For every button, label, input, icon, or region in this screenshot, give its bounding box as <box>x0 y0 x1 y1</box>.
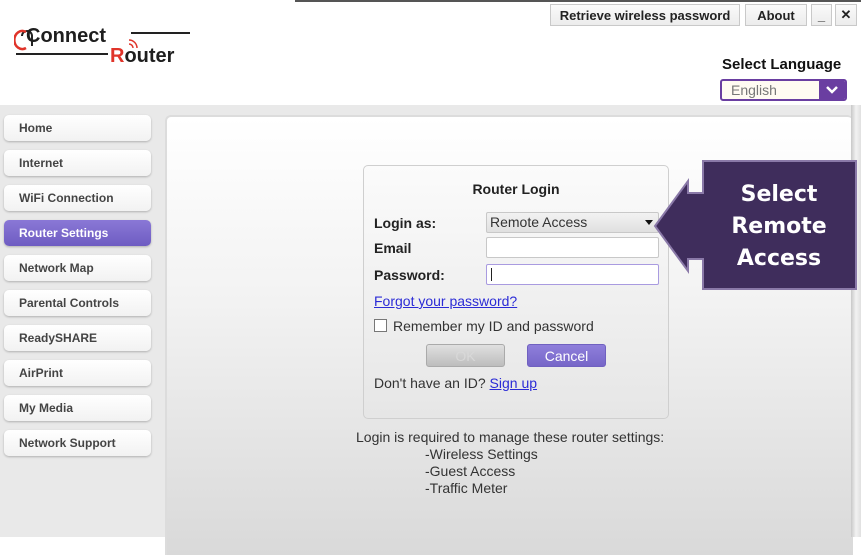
sidebar-item-network-map[interactable]: Network Map <box>4 255 151 281</box>
connect-router-logo: Connect Router <box>14 25 190 67</box>
language-select[interactable]: English <box>720 79 847 101</box>
forgot-password-wrap: Forgot your password? <box>374 293 517 311</box>
sign-up-link[interactable]: Sign up <box>490 375 537 391</box>
sidebar-item-readyshare[interactable]: ReadySHARE <box>4 325 151 351</box>
callout-line: Remote <box>731 214 826 239</box>
remember-label: Remember my ID and password <box>393 318 594 334</box>
password-label: Password: <box>374 267 445 283</box>
select-language-label: Select Language <box>722 56 842 73</box>
logo-router-text: Router <box>110 45 175 67</box>
close-icon: ✕ <box>840 7 852 22</box>
chevron-down-icon <box>819 81 845 99</box>
signup-row: Don't have an ID? Sign up <box>374 375 537 391</box>
logo-connect-text: Connect <box>26 25 106 47</box>
language-selected-value: English <box>731 82 777 98</box>
callout-line: Select <box>741 182 818 207</box>
sidebar-item-router-settings[interactable]: Router Settings <box>4 220 151 246</box>
info-item: -Guest Access <box>425 463 516 479</box>
text-cursor <box>491 268 492 281</box>
no-id-text: Don't have an ID? <box>374 375 486 391</box>
minimize-button[interactable]: _ <box>811 4 832 26</box>
login-title: Router Login <box>472 181 560 197</box>
forgot-password-link[interactable]: Forgot your password? <box>374 293 517 309</box>
minimize-icon: _ <box>817 7 826 23</box>
password-field[interactable] <box>486 264 659 285</box>
info-heading: Login is required to manage these router… <box>356 429 665 445</box>
sidebar-item-network-support[interactable]: Network Support <box>4 430 151 456</box>
sidebar-item-parental-controls[interactable]: Parental Controls <box>4 290 151 316</box>
cancel-button[interactable]: Cancel <box>527 344 606 367</box>
info-item: -Traffic Meter <box>425 480 508 496</box>
remember-checkbox[interactable] <box>374 319 387 332</box>
header: Connect Router Retrieve wireless passwor… <box>0 0 861 105</box>
about-button[interactable]: About <box>745 4 807 26</box>
login-info: Login is required to manage these router… <box>356 429 664 497</box>
sidebar-nav: Home Internet WiFi Connection Router Set… <box>4 115 151 465</box>
sidebar-item-internet[interactable]: Internet <box>4 150 151 176</box>
email-label: Email <box>374 240 412 256</box>
sidebar-item-airprint[interactable]: AirPrint <box>4 360 151 386</box>
email-field[interactable] <box>486 237 659 258</box>
retrieve-wireless-password-button[interactable]: Retrieve wireless password <box>550 4 740 26</box>
sidebar-item-home[interactable]: Home <box>4 115 151 141</box>
sidebar-item-wifi-connection[interactable]: WiFi Connection <box>4 185 151 211</box>
ok-button[interactable]: OK <box>426 344 505 367</box>
info-item: -Wireless Settings <box>425 446 538 462</box>
window-top-border <box>295 0 861 2</box>
callout-line: Access <box>737 246 821 271</box>
callout-arrow-annotation: Select Remote Access <box>653 160 857 290</box>
router-login-dialog: Router Login Login as: Remote Access Ema… <box>363 165 669 419</box>
dropdown-caret-icon <box>645 220 653 225</box>
sidebar-item-my-media[interactable]: My Media <box>4 395 151 421</box>
close-button[interactable]: ✕ <box>835 4 857 26</box>
login-as-value: Remote Access <box>490 214 588 230</box>
login-as-select[interactable]: Remote Access <box>486 212 659 233</box>
login-as-label: Login as: <box>374 215 437 231</box>
